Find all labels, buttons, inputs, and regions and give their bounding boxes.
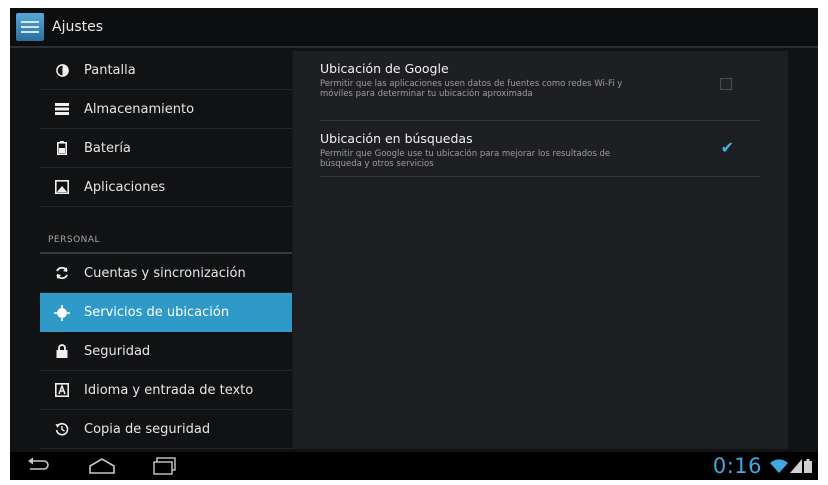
back-icon[interactable] (26, 457, 52, 475)
google-location-checkbox[interactable] (720, 78, 732, 90)
sidebar-item-label: Batería (84, 140, 131, 156)
signal-icon (790, 459, 802, 473)
location-icon (54, 304, 70, 321)
search-location-check-icon[interactable]: ✔ (721, 138, 734, 157)
pref-google-location[interactable]: Ubicación de Google Permitir que las apl… (320, 51, 760, 121)
battery-icon (54, 140, 70, 156)
settings-app-icon[interactable] (16, 13, 44, 41)
pref-summary: Permitir que Google use tu ubicación par… (320, 149, 611, 169)
display-icon (54, 62, 70, 78)
sidebar-item-ubicacion[interactable]: Servicios de ubicación (40, 293, 292, 332)
action-bar: Ajustes (10, 8, 818, 48)
detail-pane: Ubicación de Google Permitir que las apl… (294, 51, 788, 449)
pref-summary: Permitir que las aplicaciones usen datos… (320, 79, 623, 99)
apps-icon (54, 179, 70, 195)
app-title: Ajustes (52, 19, 104, 35)
wifi-icon (770, 459, 788, 473)
pref-title: Ubicación en búsquedas (320, 131, 473, 146)
sidebar-item-cuentas[interactable]: Cuentas y sincronización (40, 254, 292, 293)
sidebar-item-label: Almacenamiento (84, 101, 195, 117)
sidebar-item-aplicaciones[interactable]: Aplicaciones (40, 168, 292, 207)
recent-apps-icon[interactable] (152, 457, 178, 475)
backup-icon (54, 421, 70, 437)
lock-icon (54, 343, 70, 359)
sidebar-item-label: Servicios de ubicación (84, 305, 230, 320)
sidebar-item-copia[interactable]: Copia de seguridad (40, 410, 292, 449)
sidebar-item-label: Idioma y entrada de texto (84, 382, 254, 398)
home-icon[interactable] (88, 457, 115, 475)
sidebar-item-label: Seguridad (84, 343, 151, 359)
settings-screen: Ajustes Pantalla Almacenamiento Batería … (10, 8, 818, 480)
sidebar-item-pantalla[interactable]: Pantalla (40, 51, 292, 90)
battery-status-icon (804, 459, 812, 473)
settings-list: Pantalla Almacenamiento Batería Aplicaci… (40, 51, 292, 449)
sidebar-item-almacenamiento[interactable]: Almacenamiento (40, 90, 292, 129)
status-area[interactable]: 0:16 (713, 453, 812, 479)
clock: 0:16 (712, 454, 762, 478)
system-nav-bar: 0:16 (10, 452, 818, 480)
pref-title: Ubicación de Google (320, 61, 449, 76)
sidebar-item-label: Cuentas y sincronización (84, 265, 246, 281)
section-header-personal: PERSONAL (40, 232, 292, 254)
sidebar-item-label: Pantalla (84, 62, 136, 78)
sidebar-item-seguridad[interactable]: Seguridad (40, 332, 292, 371)
sidebar-item-bateria[interactable]: Batería (40, 129, 292, 168)
language-icon (54, 382, 70, 398)
pref-search-location[interactable]: Ubicación en búsquedas Permitir que Goog… (320, 121, 760, 177)
sidebar-item-idioma[interactable]: Idioma y entrada de texto (40, 371, 292, 410)
sidebar-item-label: Copia de seguridad (84, 421, 211, 437)
sidebar-item-label: Aplicaciones (84, 179, 166, 195)
storage-icon (54, 101, 70, 117)
sync-icon (54, 265, 70, 281)
